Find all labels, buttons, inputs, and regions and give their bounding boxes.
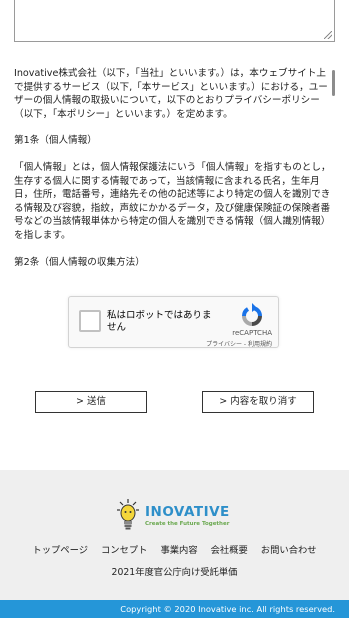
article2-title: 第2条（個人情報の収集方法）	[14, 256, 145, 268]
recaptcha-widget: 私はロボットではありません reCAPTCHA プライバシー - 利用規約	[68, 296, 279, 348]
cancel-button[interactable]: > 内容を取り消す	[202, 391, 314, 413]
recaptcha-links: プライバシー - 利用規約	[206, 339, 272, 348]
company-logo[interactable]: INOVATIVE Create the Future Together	[117, 498, 247, 532]
footer-link-business[interactable]: 事業内容	[160, 545, 197, 556]
article1-title: 第1条（個人情報）	[14, 135, 97, 147]
site-footer: INOVATIVE Create the Future Together トップ…	[0, 470, 349, 600]
recaptcha-brand: reCAPTCHA	[232, 329, 272, 337]
recaptcha-logo-icon	[241, 303, 262, 326]
send-button[interactable]: > 送信	[35, 391, 147, 413]
policy-scrollbar[interactable]	[332, 70, 335, 96]
copyright-bar: Copyright © 2020 Inovative inc. All righ…	[0, 600, 349, 618]
message-textarea[interactable]	[14, 0, 335, 42]
logo-tagline: Create the Future Together	[145, 521, 230, 527]
footer-link-company[interactable]: 会社概要	[211, 545, 248, 556]
privacy-policy-text: Inovative株式会社（以下，「当社」といいます。）は，本ウェブサイト上で提…	[14, 67, 332, 281]
recaptcha-checkbox[interactable]	[79, 310, 101, 332]
lightbulb-icon	[117, 499, 139, 530]
resize-handle-icon[interactable]	[324, 31, 332, 39]
footer-nav: トップページ コンセプト 事業内容 会社概要 お問い合わせ	[0, 542, 349, 556]
article1-body: 「個人情報」とは，個人情報保護法にいう「個人情報」を指すものとし，生存する個人に…	[14, 162, 331, 242]
footer-link-top[interactable]: トップページ	[32, 545, 88, 556]
recaptcha-terms-link[interactable]: 利用規約	[248, 341, 272, 348]
recaptcha-privacy-link[interactable]: プライバシー	[206, 341, 242, 348]
footer-link-contact[interactable]: お問い合わせ	[261, 545, 317, 556]
recaptcha-label: 私はロボットではありません	[107, 310, 212, 334]
footer-link-pricing[interactable]: 2021年度官公庁向け受託単価	[0, 564, 349, 578]
footer-link-concept[interactable]: コンセプト	[101, 545, 148, 556]
logo-text: INOVATIVE	[145, 504, 230, 520]
policy-intro: Inovative株式会社（以下，「当社」といいます。）は，本ウェブサイト上で提…	[14, 68, 328, 120]
